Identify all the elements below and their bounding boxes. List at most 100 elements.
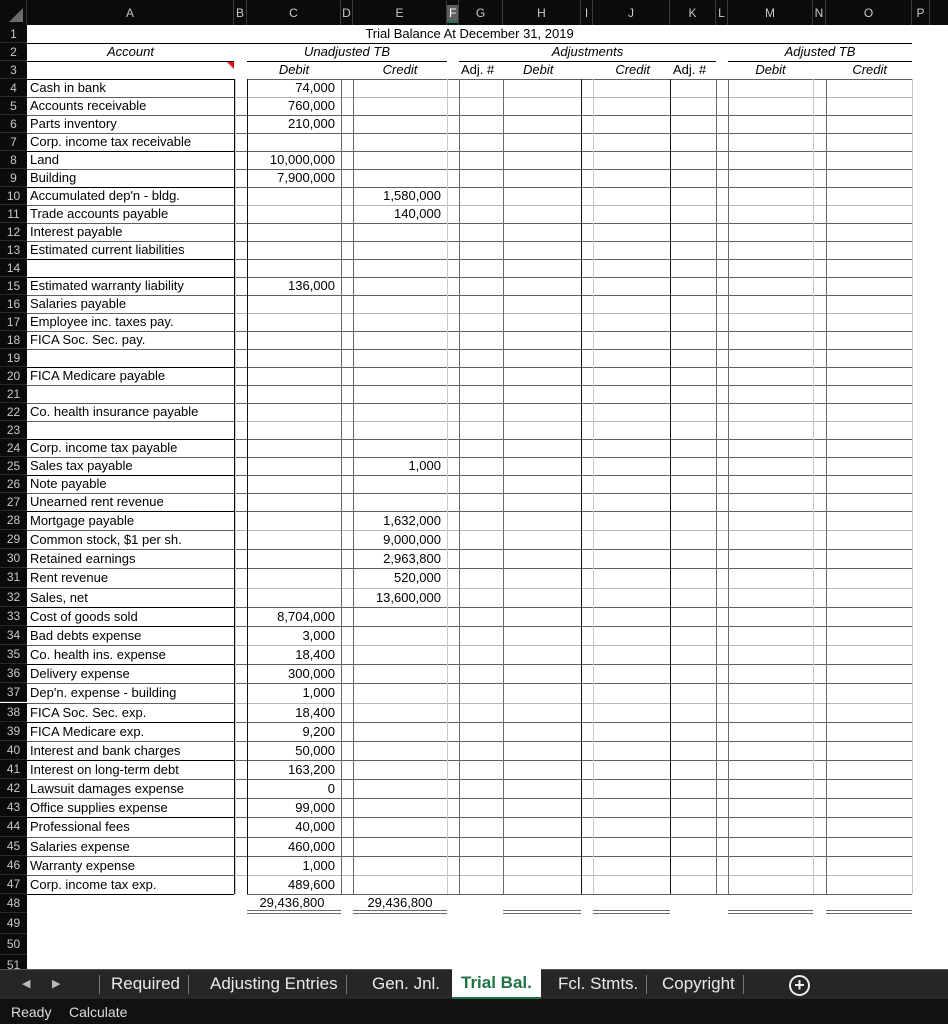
row-header-2[interactable]: 2: [0, 43, 27, 61]
row-header-32[interactable]: 32: [0, 587, 27, 607]
row-header-21[interactable]: 21: [0, 385, 27, 403]
account-name-cell[interactable]: Delivery expense: [30, 664, 231, 683]
column-header-g[interactable]: G: [459, 0, 503, 25]
unadjusted-debit-cell[interactable]: 300,000: [247, 664, 335, 683]
account-name-cell[interactable]: Interest on long-term debt: [30, 760, 231, 779]
account-name-cell[interactable]: Lawsuit damages expense: [30, 779, 231, 798]
unadjusted-credit-cell[interactable]: 520,000: [353, 568, 441, 587]
column-header-p[interactable]: P: [912, 0, 930, 25]
account-name-cell[interactable]: Estimated current liabilities: [30, 241, 231, 259]
row-header-35[interactable]: 35: [0, 645, 27, 665]
account-name-cell[interactable]: Estimated warranty liability: [30, 277, 231, 295]
row-header-24[interactable]: 24: [0, 439, 27, 457]
select-all-button[interactable]: [0, 0, 27, 25]
account-name-cell[interactable]: FICA Soc. Sec. pay.: [30, 331, 231, 349]
column-header-a[interactable]: A: [27, 0, 234, 25]
column-header-h[interactable]: H: [503, 0, 581, 25]
account-name-cell[interactable]: Sales, net: [30, 588, 231, 607]
account-name-cell[interactable]: Unearned rent revenue: [30, 493, 231, 511]
unadjusted-debit-cell[interactable]: 40,000: [247, 817, 335, 836]
row-header-30[interactable]: 30: [0, 549, 27, 569]
unadjusted-debit-cell[interactable]: 99,000: [247, 798, 335, 817]
unadjusted-credit-cell[interactable]: 1,000: [353, 457, 441, 475]
unadjusted-debit-cell[interactable]: 489,600: [247, 875, 335, 894]
account-name-cell[interactable]: Interest and bank charges: [30, 741, 231, 760]
row-header-7[interactable]: 7: [0, 133, 27, 151]
row-header-13[interactable]: 13: [0, 241, 27, 259]
row-header-28[interactable]: 28: [0, 511, 27, 531]
column-header-b[interactable]: B: [234, 0, 247, 25]
account-name-cell[interactable]: Co. health ins. expense: [30, 645, 231, 664]
add-sheet-icon[interactable]: +: [789, 975, 810, 996]
row-header-22[interactable]: 22: [0, 403, 27, 421]
account-name-cell[interactable]: Corp. income tax payable: [30, 439, 231, 457]
unadjusted-debit-cell[interactable]: 50,000: [247, 741, 335, 760]
unadjusted-debit-cell[interactable]: 1,000: [247, 683, 335, 702]
account-name-cell[interactable]: Office supplies expense: [30, 798, 231, 817]
account-name-cell[interactable]: Bad debts expense: [30, 626, 231, 645]
row-header-19[interactable]: 19: [0, 349, 27, 367]
account-name-cell[interactable]: Trade accounts payable: [30, 205, 231, 223]
row-header-44[interactable]: 44: [0, 817, 27, 837]
unadjusted-debit-cell[interactable]: 7,900,000: [247, 169, 335, 187]
unadjusted-debit-cell[interactable]: 1,000: [247, 856, 335, 875]
account-name-cell[interactable]: Interest payable: [30, 223, 231, 241]
account-name-cell[interactable]: Note payable: [30, 475, 231, 493]
row-header-38[interactable]: 38: [0, 702, 27, 722]
row-header-18[interactable]: 18: [0, 331, 27, 349]
column-header-j[interactable]: J: [593, 0, 670, 25]
row-header-31[interactable]: 31: [0, 568, 27, 588]
unadjusted-debit-cell[interactable]: 9,200: [247, 722, 335, 741]
account-name-cell[interactable]: Common stock, $1 per sh.: [30, 530, 231, 549]
row-header-9[interactable]: 9: [0, 169, 27, 187]
account-name-cell[interactable]: Professional fees: [30, 817, 231, 836]
row-header-15[interactable]: 15: [0, 277, 27, 295]
unadjusted-credit-cell[interactable]: 9,000,000: [353, 530, 441, 549]
row-header-26[interactable]: 26: [0, 475, 27, 493]
row-header-39[interactable]: 39: [0, 721, 27, 741]
unadjusted-debit-cell[interactable]: 74,000: [247, 79, 335, 97]
column-header-c[interactable]: C: [247, 0, 341, 25]
account-name-cell[interactable]: Land: [30, 151, 231, 169]
row-header-29[interactable]: 29: [0, 530, 27, 550]
account-name-cell[interactable]: Co. health insurance payable: [30, 403, 231, 421]
account-name-cell[interactable]: [30, 421, 231, 439]
row-header-46[interactable]: 46: [0, 855, 27, 875]
sheet-tab-trial-bal[interactable]: Trial Bal.: [452, 969, 541, 999]
account-name-cell[interactable]: Dep'n. expense - building: [30, 683, 231, 702]
account-name-cell[interactable]: Corp. income tax exp.: [30, 875, 231, 894]
sheet-tab-fcl-stmts[interactable]: Fcl. Stmts.: [549, 970, 648, 999]
unadjusted-credit-cell[interactable]: 13,600,000: [353, 588, 441, 607]
unadjusted-credit-cell[interactable]: 1,580,000: [353, 187, 441, 205]
unadjusted-debit-cell[interactable]: 163,200: [247, 760, 335, 779]
account-name-cell[interactable]: Corp. income tax receivable: [30, 133, 231, 151]
tab-scroll-left-icon[interactable]: ◀: [22, 977, 30, 990]
row-header-47[interactable]: 47: [0, 874, 27, 894]
account-name-cell[interactable]: FICA Medicare payable: [30, 367, 231, 385]
status-calculate[interactable]: Calculate: [69, 1004, 127, 1020]
column-header-i[interactable]: I: [581, 0, 593, 25]
row-header-48[interactable]: 48: [0, 894, 27, 913]
column-header-l[interactable]: L: [716, 0, 728, 25]
account-name-cell[interactable]: Salaries payable: [30, 295, 231, 313]
sheet-tab-copyright[interactable]: Copyright: [653, 970, 744, 999]
unadjusted-debit-cell[interactable]: 18,400: [247, 703, 335, 722]
account-name-cell[interactable]: Retained earnings: [30, 549, 231, 568]
account-name-cell[interactable]: [30, 349, 231, 367]
row-header-16[interactable]: 16: [0, 295, 27, 313]
account-name-cell[interactable]: Parts inventory: [30, 115, 231, 133]
row-header-4[interactable]: 4: [0, 79, 27, 97]
row-header-45[interactable]: 45: [0, 836, 27, 856]
comment-indicator-icon[interactable]: [227, 62, 234, 69]
row-header-34[interactable]: 34: [0, 625, 27, 646]
account-name-cell[interactable]: Building: [30, 169, 231, 187]
account-name-cell[interactable]: Salaries expense: [30, 837, 231, 856]
row-header-17[interactable]: 17: [0, 313, 27, 331]
account-name-cell[interactable]: FICA Medicare exp.: [30, 722, 231, 741]
row-header-1[interactable]: 1: [0, 25, 27, 43]
account-name-cell[interactable]: FICA Soc. Sec. exp.: [30, 703, 231, 722]
sheet-tab-adjusting-entries[interactable]: Adjusting Entries: [201, 970, 347, 999]
row-header-41[interactable]: 41: [0, 759, 27, 780]
account-name-cell[interactable]: Rent revenue: [30, 568, 231, 587]
row-header-33[interactable]: 33: [0, 606, 27, 626]
